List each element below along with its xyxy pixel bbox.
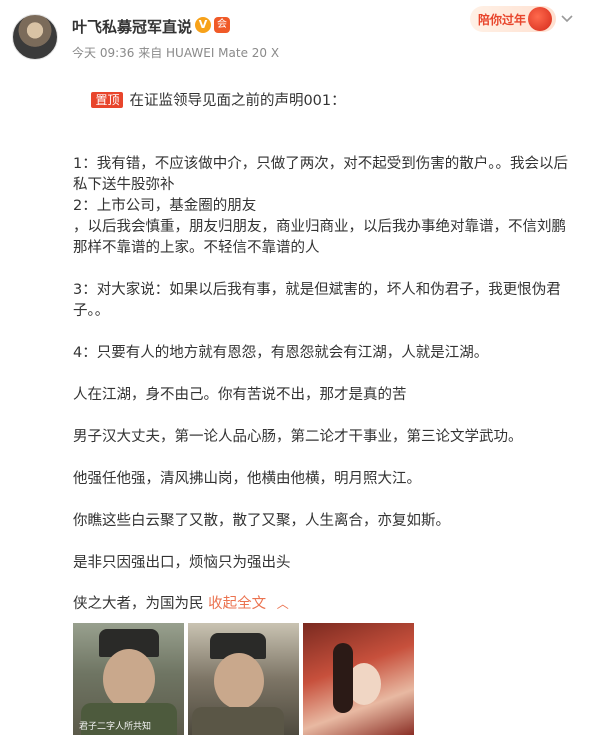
body-line: ，以后我会慎重，朋友归朋友，商业归商业，以后我办事绝对靠谱，不信刘鹏那样不靠谱的…	[73, 219, 566, 256]
body-line: 2：上市公司，基金圈的朋友	[73, 198, 257, 214]
first-line: 置顶 在证监领导见面之前的声明001：	[73, 70, 578, 133]
figure-hair	[333, 643, 353, 713]
body-line: 3：对大家说：如果以后我有事，就是但斌害的，坏人和伪君子，我更恨伪君子。。	[73, 282, 561, 319]
chevron-up-icon[interactable]: ︿	[277, 597, 289, 611]
post-body: 置顶 在证监领导见面之前的声明001： 1：我有错，不应该做中介，只做了两次，对不…	[73, 70, 578, 615]
figure-robe	[192, 707, 284, 735]
pin-badge: 置顶	[91, 92, 124, 108]
body-line: 你瞧这些白云聚了又散，散了又聚，人生离合，亦复如斯。	[73, 513, 450, 529]
image-grid: 君子二字人所共知	[73, 623, 414, 735]
first-line-text: 在证监领导见面之前的声明001：	[129, 93, 346, 109]
vip-icon: V	[195, 17, 211, 33]
image-caption: 君子二字人所共知	[79, 722, 152, 732]
body-line: 4：只要有人的地方就有恩怨，有恩怨就会有江湖，人就是江湖。	[73, 345, 489, 361]
image-thumbnail[interactable]	[188, 623, 299, 735]
festival-badge[interactable]: 陪你过年	[470, 6, 556, 32]
figure-face	[214, 653, 264, 709]
avatar[interactable]	[12, 14, 58, 60]
body-line: 他强任他强，清风拂山岗，他横由他横，明月照大江。	[73, 471, 421, 487]
fold-row: 侠之大者，为国为民 收起全文 ︿	[73, 594, 578, 615]
image-thumbnail[interactable]: 君子二字人所共知	[73, 623, 184, 735]
last-line: 侠之大者，为国为民	[73, 596, 204, 612]
chevron-down-icon[interactable]	[560, 12, 574, 26]
figure-face	[103, 649, 155, 709]
body-line: 人在江湖，身不由己。你有苦说不出，那才是真的苦	[73, 387, 407, 403]
body-line: 男子汉大丈夫，第一论人品心肠，第二论才干事业，第三论文学武功。	[73, 429, 523, 445]
body-line: 1：我有错，不应该做中介，只做了两次，对不起受到伤害的散户。。我会以后私下送牛股…	[73, 156, 568, 193]
post-header: 叶飞私募冠军直说 V 会 今天 09:36 来自 HUAWEI Mate 20 …	[0, 0, 593, 64]
body-line: 是非只因强出口，烦恼只为强出头	[73, 555, 291, 571]
collapse-link[interactable]: 收起全文	[208, 596, 266, 612]
post-meta: 今天 09:36 来自 HUAWEI Mate 20 X	[72, 46, 280, 60]
member-icon: 会	[214, 17, 230, 33]
lantern-icon	[528, 7, 552, 31]
username[interactable]: 叶飞私募冠军直说	[72, 16, 192, 37]
image-thumbnail[interactable]	[303, 623, 414, 735]
festival-label: 陪你过年	[478, 13, 527, 27]
